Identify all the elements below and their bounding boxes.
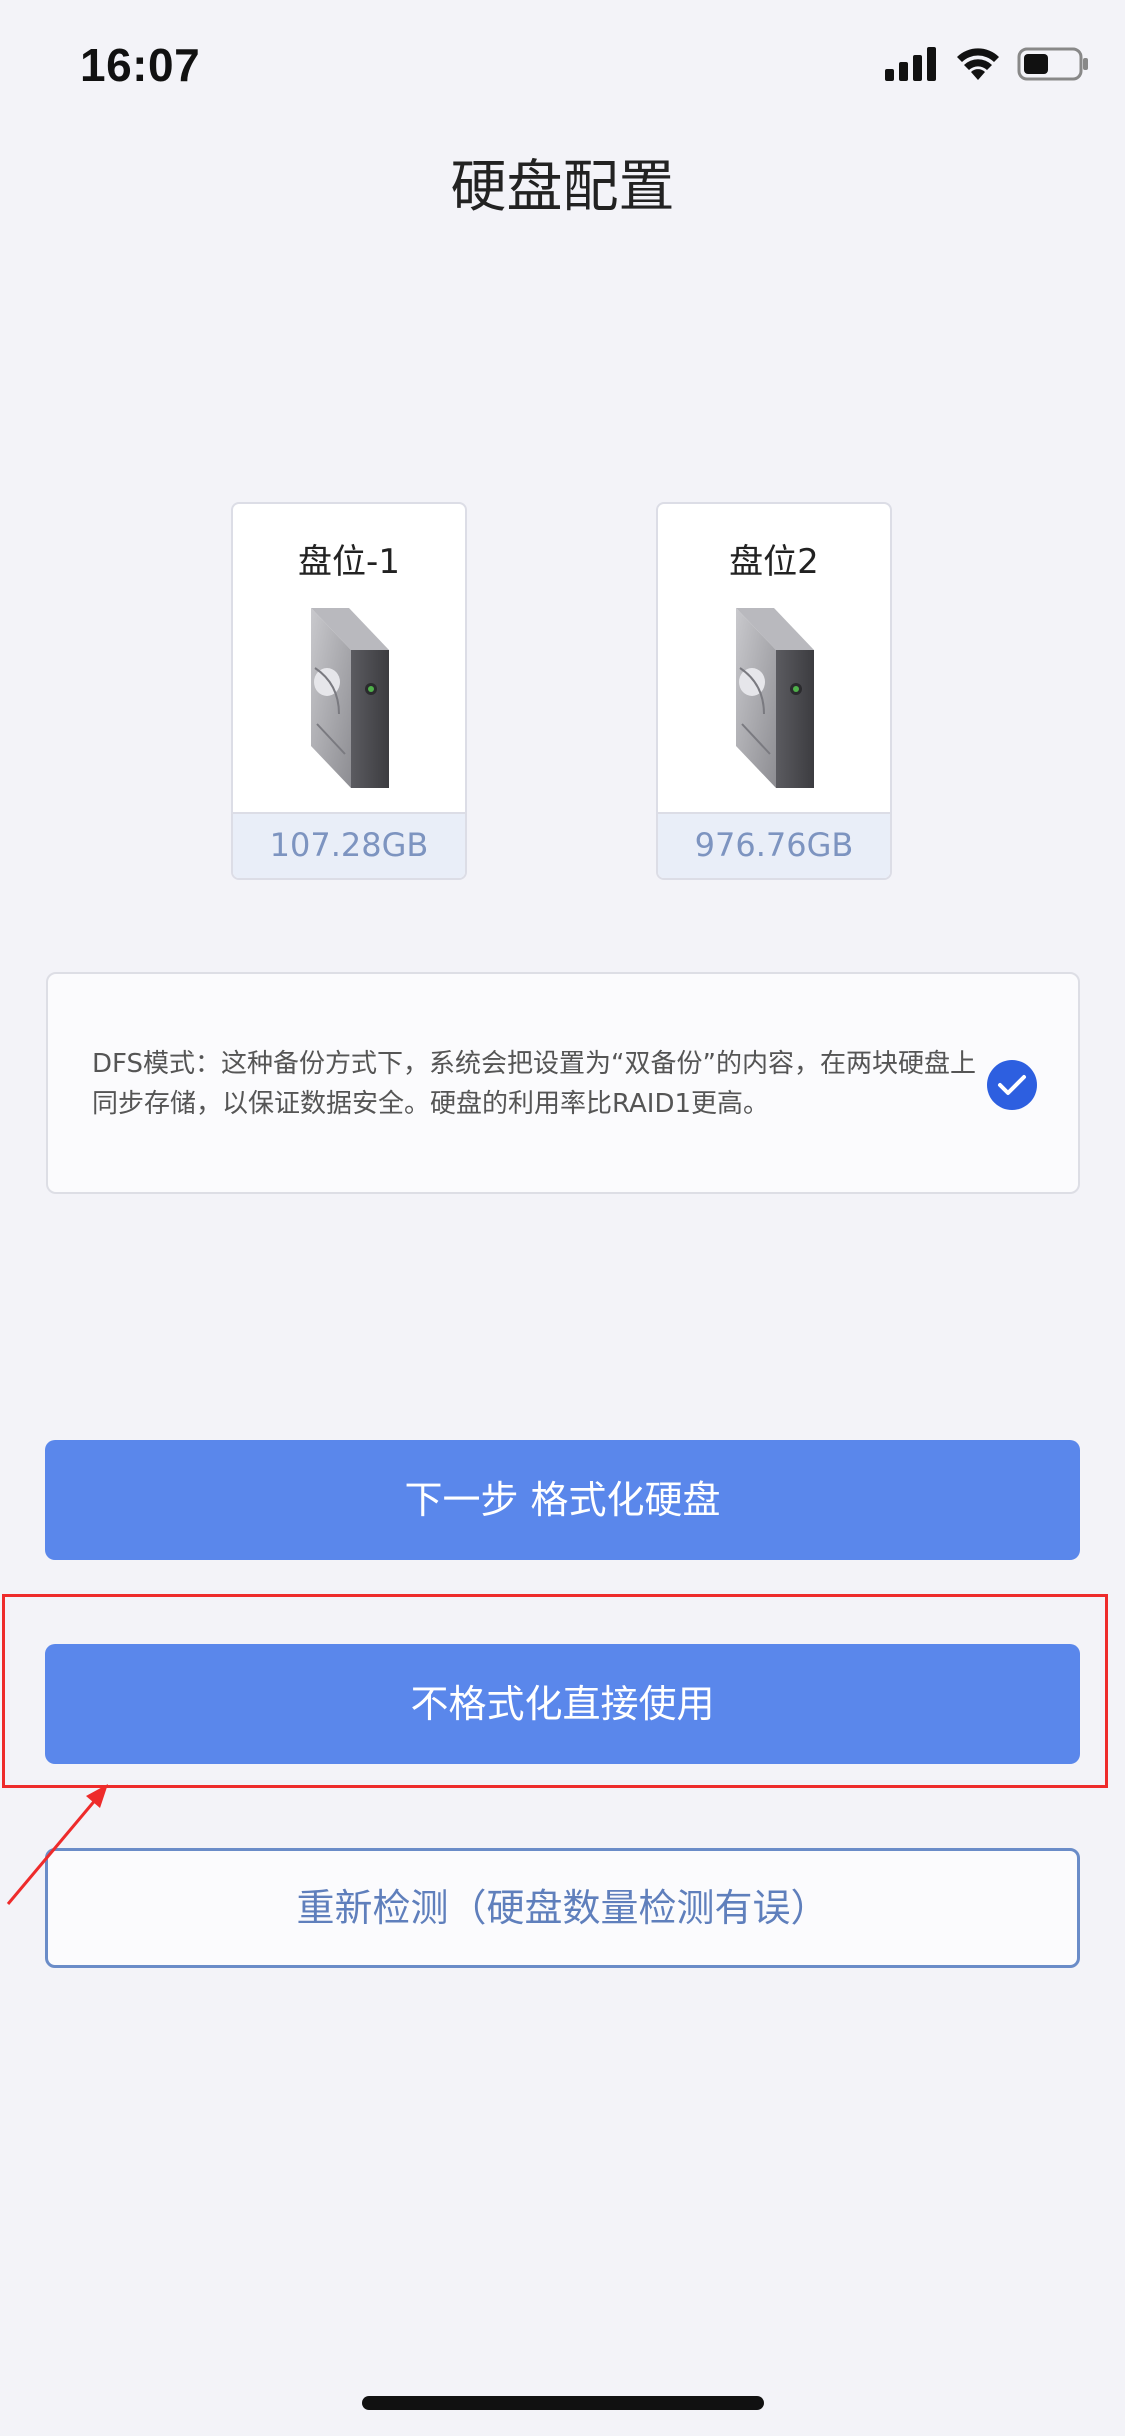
disk-card-1: 盘位-1 107.28GB xyxy=(231,502,467,880)
annotation-highlight-box xyxy=(2,1594,1108,1788)
hard-drive-icon xyxy=(724,604,828,798)
disk-card-2: 盘位2 976.76GB xyxy=(656,502,892,880)
dfs-mode-option[interactable]: DFS模式：这种备份方式下，系统会把设置为“双备份”的内容，在两块硬盘上同步存储… xyxy=(46,972,1080,1194)
signal-icon xyxy=(885,47,939,81)
annotation-arrow-icon xyxy=(0,1780,120,1914)
recheck-button[interactable]: 重新检测（硬盘数量检测有误） xyxy=(45,1848,1080,1968)
home-indicator[interactable] xyxy=(362,2396,764,2410)
checkmark-icon[interactable] xyxy=(987,1060,1037,1110)
disk-size: 976.76GB xyxy=(658,812,890,878)
wifi-icon xyxy=(955,47,1001,81)
disk-label: 盘位2 xyxy=(729,542,819,582)
dfs-mode-description: DFS模式：这种备份方式下，系统会把设置为“双备份”的内容，在两块硬盘上同步存储… xyxy=(92,1049,976,1119)
next-format-disk-button[interactable]: 下一步 格式化硬盘 xyxy=(45,1440,1080,1560)
page-title: 硬盘配置 xyxy=(450,155,675,220)
status-icons xyxy=(885,46,1089,82)
hard-drive-icon xyxy=(299,604,403,798)
disk-size: 107.28GB xyxy=(233,812,465,878)
status-time: 16:07 xyxy=(80,39,201,91)
disk-label: 盘位-1 xyxy=(298,542,400,582)
battery-icon xyxy=(1017,46,1089,82)
